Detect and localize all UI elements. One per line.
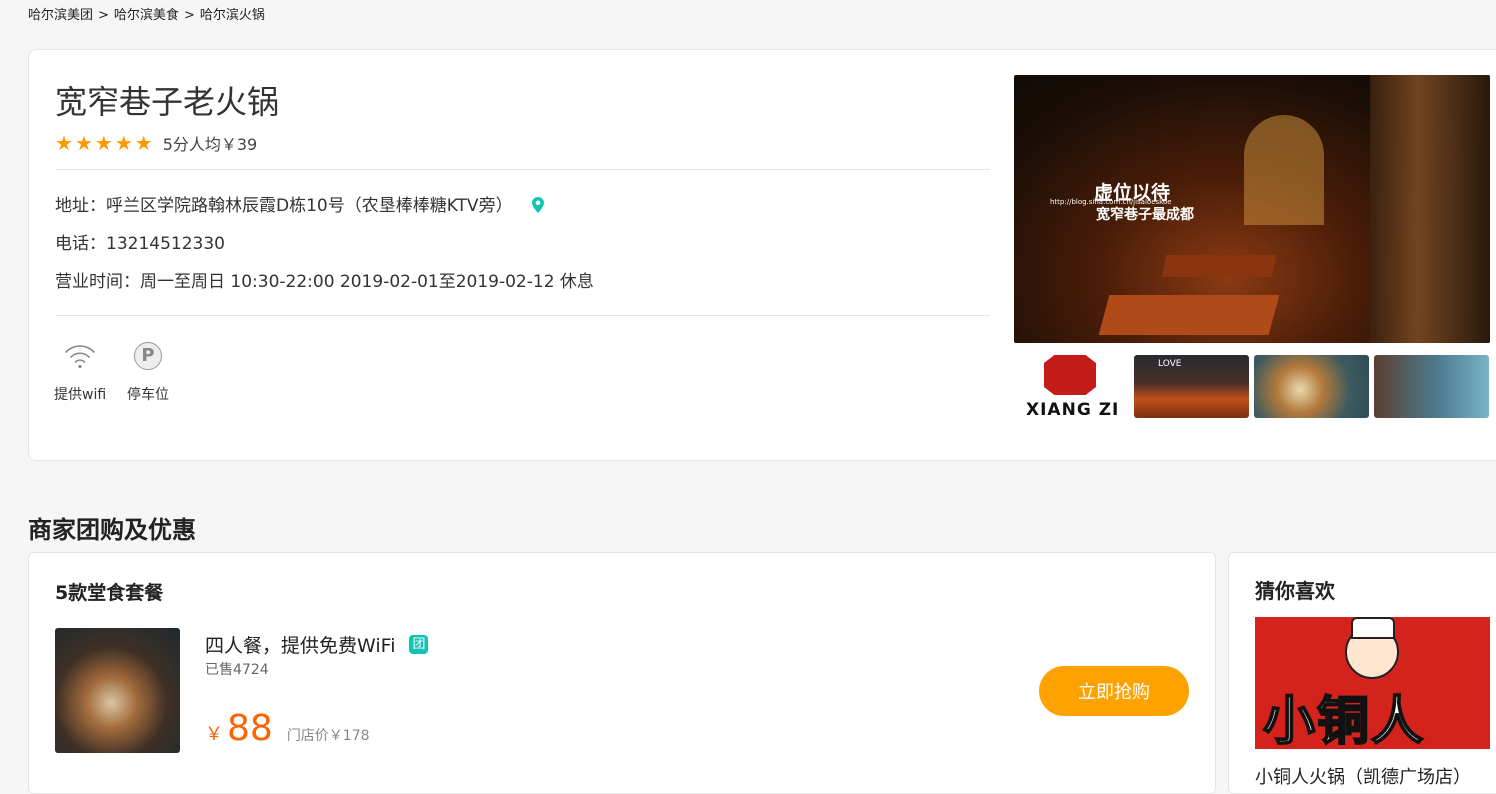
photo-wall — [1370, 75, 1490, 343]
wifi-icon — [54, 338, 106, 374]
star-icon: ★ — [74, 131, 93, 155]
thumbnail-logo-text: XIANG ZI — [1026, 400, 1120, 418]
star-icon: ★ — [55, 131, 73, 155]
photo-arch — [1244, 115, 1324, 225]
facility-label: 停车位 — [127, 387, 169, 403]
deal-group-title: 5款堂食套餐 — [55, 582, 164, 604]
shop-thumbnail-4[interactable] — [1374, 355, 1489, 418]
facility-wifi: 提供wifi — [54, 338, 106, 404]
breadcrumb: 哈尔滨美团 > 哈尔滨美食 > 哈尔滨火锅 — [28, 4, 265, 23]
breadcrumb-link-food[interactable]: 哈尔滨美食 — [114, 8, 179, 23]
shop-name: 宽窄巷子老火锅 — [55, 83, 280, 121]
recommend-card: 猜你喜欢 小铜人 小铜人火锅（凯德广场店） — [1228, 552, 1496, 794]
breadcrumb-link-hotpot[interactable]: 哈尔滨火锅 — [200, 8, 265, 23]
rating-text: 5分人均￥39 — [162, 135, 258, 154]
location-pin-icon[interactable] — [531, 197, 544, 218]
shop-info-card: 宽窄巷子老火锅 ★ ★ ★ ★ ★ 5分人均￥39 地址：呼兰区学院路翰林辰霞D… — [28, 49, 1496, 461]
star-icon: ★ — [134, 131, 153, 155]
divider — [55, 315, 990, 316]
deal-price: ￥ 88 门店价￥178 — [205, 708, 370, 749]
facility-label: 提供wifi — [54, 387, 107, 403]
facility-parking: P 停车位 — [127, 338, 169, 404]
shop-phone: 电话：13214512330 — [55, 234, 225, 254]
section-title: 商家团购及优惠 — [28, 516, 196, 544]
breadcrumb-link-meituan[interactable]: 哈尔滨美团 — [28, 8, 93, 23]
shop-thumbnail-3[interactable] — [1254, 355, 1369, 418]
thumbnail-love-text: LOVE — [1158, 359, 1182, 369]
shop-address-row: 地址：呼兰区学院路翰林辰霞D栋10号（农垦棒棒糖KTV旁） — [55, 191, 544, 218]
rating-row: ★ ★ ★ ★ ★ 5分人均￥39 — [55, 131, 257, 155]
recommend-image-text: 小铜人 — [1262, 691, 1426, 749]
shop-thumbnail-2[interactable]: LOVE — [1134, 355, 1249, 418]
deal-name[interactable]: 四人餐，提供免费WiFi — [205, 631, 395, 658]
recommend-item-name[interactable]: 小铜人火锅（凯德广场店） — [1255, 763, 1471, 789]
price-value: 88 — [227, 708, 273, 749]
photo-table — [1098, 295, 1280, 335]
star-icon: ★ — [94, 131, 113, 155]
buy-now-button[interactable]: 立即抢购 — [1039, 666, 1189, 716]
breadcrumb-separator: > — [98, 8, 109, 23]
shop-hours: 营业时间：周一至周日 10:30-22:00 2019-02-01至2019-0… — [55, 272, 594, 292]
shop-thumbnail-logo[interactable]: XIANG ZI — [1014, 355, 1129, 418]
original-price: 门店价￥178 — [286, 728, 370, 744]
photo-table — [1161, 255, 1277, 277]
deal-image[interactable] — [55, 628, 180, 753]
recommend-image[interactable]: 小铜人 — [1255, 617, 1490, 749]
divider — [55, 169, 990, 170]
shop-address: 地址：呼兰区学院路翰林辰霞D栋10号（农垦棒棒糖KTV旁） — [55, 196, 513, 216]
parking-icon: P — [127, 338, 169, 374]
mascot-hat — [1351, 617, 1395, 639]
photo-subcaption: 宽窄巷子最成都 — [1096, 207, 1194, 223]
deal-card: 5款堂食套餐 四人餐，提供免费WiFi 团 已售4724 ￥ 88 门店价￥17… — [28, 552, 1216, 794]
deal-sold-count: 已售4724 — [205, 662, 269, 678]
deal-name-row: 四人餐，提供免费WiFi 团 — [205, 631, 429, 658]
logo-icon — [1044, 355, 1096, 395]
group-buy-badge: 团 — [409, 635, 429, 654]
recommend-title: 猜你喜欢 — [1255, 579, 1335, 603]
shop-main-photo[interactable]: 虚位以待 http://blog.sina.com.cn/jisaloeskoe… — [1014, 75, 1490, 343]
star-icon: ★ — [114, 131, 133, 155]
breadcrumb-separator: > — [183, 8, 195, 23]
currency-symbol: ￥ — [205, 724, 223, 745]
